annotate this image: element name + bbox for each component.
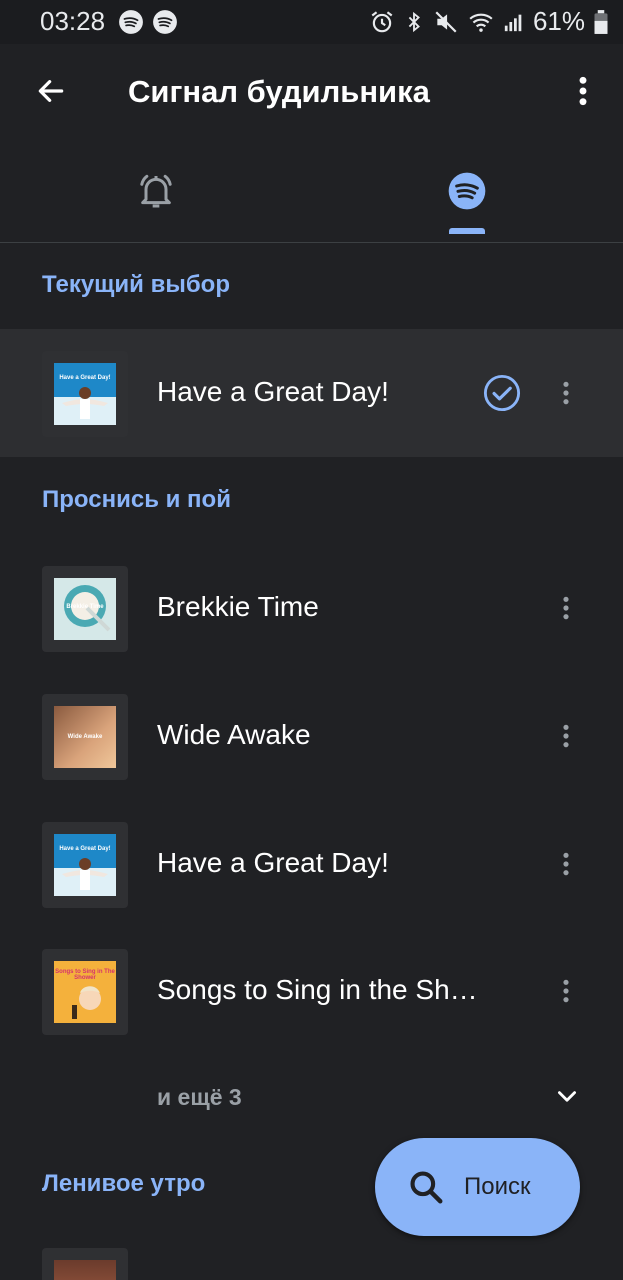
more-vert-icon bbox=[563, 979, 569, 1003]
playlist-cover: Wide Awake bbox=[42, 694, 128, 780]
page-title: Сигнал будильника bbox=[128, 74, 430, 109]
section-header-current: Текущий выбор bbox=[42, 271, 230, 298]
back-button[interactable] bbox=[26, 66, 76, 116]
app-bar: Сигнал будильника bbox=[0, 44, 623, 140]
show-more-label: и ещё 3 bbox=[157, 1084, 242, 1110]
item-menu-button[interactable] bbox=[548, 371, 584, 415]
list-item-current[interactable]: Have a Great Day! Have a Great Day! bbox=[0, 329, 623, 457]
tab-alarm-sounds[interactable] bbox=[0, 140, 311, 242]
item-menu-button[interactable] bbox=[548, 714, 584, 758]
tab-spotify[interactable] bbox=[311, 140, 622, 242]
list-item[interactable]: Brekkie Time Brekkie Time bbox=[0, 544, 623, 672]
source-tabs bbox=[0, 140, 623, 243]
playlist-cover: Have a Great Day! bbox=[42, 351, 128, 437]
more-options-button[interactable] bbox=[565, 66, 601, 116]
list-item[interactable]: Have a Great Day! Have a Great Day! bbox=[0, 800, 623, 928]
bluetooth-icon bbox=[408, 11, 420, 32]
playlist-art: Brekkie Time bbox=[54, 578, 116, 640]
wifi-icon bbox=[469, 13, 493, 32]
item-menu-button[interactable] bbox=[548, 586, 584, 630]
item-menu-button[interactable] bbox=[548, 842, 584, 886]
battery-percent: 61% bbox=[532, 6, 585, 36]
playlist-title: Have a Great Day! bbox=[157, 376, 389, 407]
playlist-art-text: Brekkie Time bbox=[66, 604, 104, 610]
spotify-icon bbox=[119, 10, 143, 34]
playlist-title: Wide Awake bbox=[157, 719, 311, 750]
list-item[interactable]: Songs to Sing in The Shower Songs to Sin… bbox=[0, 927, 623, 1055]
show-more-row[interactable]: и ещё 3 bbox=[0, 1064, 623, 1130]
expand-button[interactable] bbox=[548, 1078, 586, 1116]
playlist-art-text: Wide Awake bbox=[67, 734, 103, 740]
playlist-cover: Have a Great Day! bbox=[42, 822, 128, 908]
playlist-cover: Brekkie Time bbox=[42, 566, 128, 652]
tab-selected-indicator bbox=[449, 228, 485, 234]
search-button[interactable]: Поиск bbox=[375, 1138, 580, 1236]
signal-icon bbox=[504, 14, 522, 31]
more-vert-icon bbox=[563, 724, 569, 748]
more-vert-icon bbox=[563, 852, 569, 876]
check-circle-icon bbox=[483, 374, 521, 412]
chevron-down-icon bbox=[558, 1091, 576, 1102]
status-system-icons: 61% bbox=[369, 6, 609, 37]
spotify-icon bbox=[153, 10, 177, 34]
status-notification-icons bbox=[118, 9, 178, 35]
battery-icon bbox=[594, 9, 608, 34]
more-vert-icon bbox=[563, 381, 569, 405]
status-bar: 03:28 61% bbox=[0, 0, 623, 44]
playlist-title: Have a Great Day! bbox=[157, 847, 389, 878]
playlist-art: Have a Great Day! bbox=[54, 363, 116, 425]
playlist-cover: Songs to Sing in The Shower bbox=[42, 949, 128, 1035]
playlist-title: Brekkie Time bbox=[157, 591, 319, 622]
playlist-art bbox=[54, 1260, 116, 1280]
spotify-icon bbox=[448, 172, 485, 210]
alarm-icon bbox=[371, 10, 393, 32]
playlist-art: Wide Awake bbox=[54, 706, 116, 768]
item-menu-button[interactable] bbox=[548, 969, 584, 1013]
search-icon bbox=[410, 1171, 443, 1204]
arrow-back-icon bbox=[38, 80, 64, 102]
search-button-label: Поиск bbox=[464, 1173, 531, 1200]
bell-icon bbox=[139, 174, 172, 208]
more-vert-icon bbox=[563, 596, 569, 620]
playlist-art: Songs to Sing in The Shower bbox=[54, 961, 116, 1023]
mute-icon bbox=[435, 10, 457, 33]
list-item[interactable]: Wide Awake Wide Awake bbox=[0, 672, 623, 800]
more-vert-icon bbox=[579, 76, 587, 106]
section-header-wake: Проснись и пой bbox=[42, 486, 231, 513]
status-time: 03:28 bbox=[40, 6, 106, 36]
section-header-lazy: Ленивое утро bbox=[42, 1170, 206, 1197]
playlist-cover bbox=[42, 1248, 128, 1280]
playlist-art: Have a Great Day! bbox=[54, 834, 116, 896]
playlist-title: Songs to Sing in the Shower bbox=[157, 974, 487, 1005]
